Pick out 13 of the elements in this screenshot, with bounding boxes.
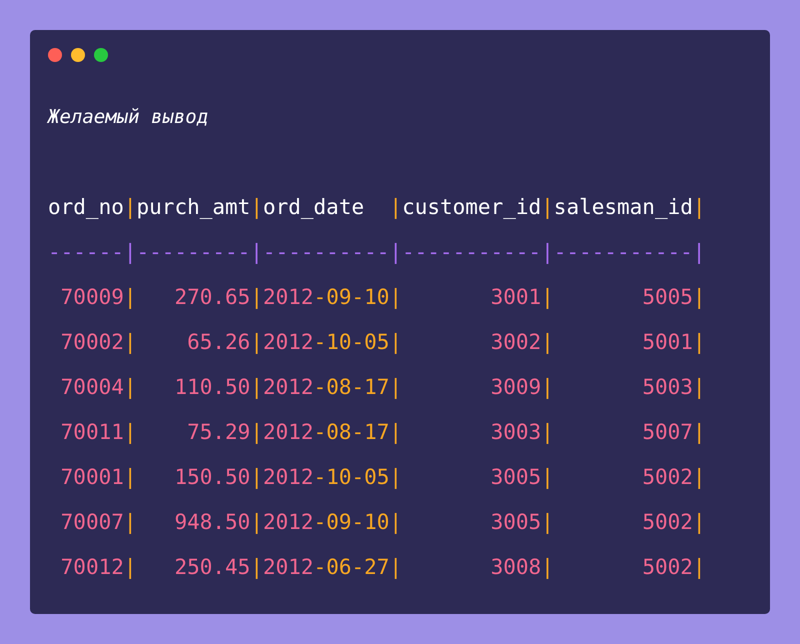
table-row-line: 70001| 150.50|2012-10-05| 3005| 5002| — [60, 465, 706, 489]
window-control-dot[interactable] — [71, 48, 85, 62]
separator-line: ------|---------|----------|-----------|-----------| — [48, 240, 706, 264]
window-control-dot[interactable] — [94, 48, 108, 62]
output-title: Желаемый вывод — [48, 105, 208, 129]
table-row-line: 70002| 65.26|2012-10-05| 3002| 5001| — [60, 330, 706, 354]
table-row-line: 70007| 948.50|2012-09-10| 3005| 5002| — [60, 510, 706, 534]
table-row-line: 70012| 250.45|2012-06-27| 3008| 5002| — [60, 555, 706, 579]
table-header-line: ord_no|purch_amt|ord_date |customer_id|salesman_id| — [48, 195, 706, 219]
table-row-line: 70009| 270.65|2012-09-10| 3001| 5005| — [60, 285, 706, 309]
table-row-line: 70004| 110.50|2012-08-17| 3009| 5003| — [60, 375, 706, 399]
table-row-line: 70011| 75.29|2012-08-17| 3003| 5007| — [60, 420, 706, 444]
window-control-dot[interactable] — [48, 48, 62, 62]
